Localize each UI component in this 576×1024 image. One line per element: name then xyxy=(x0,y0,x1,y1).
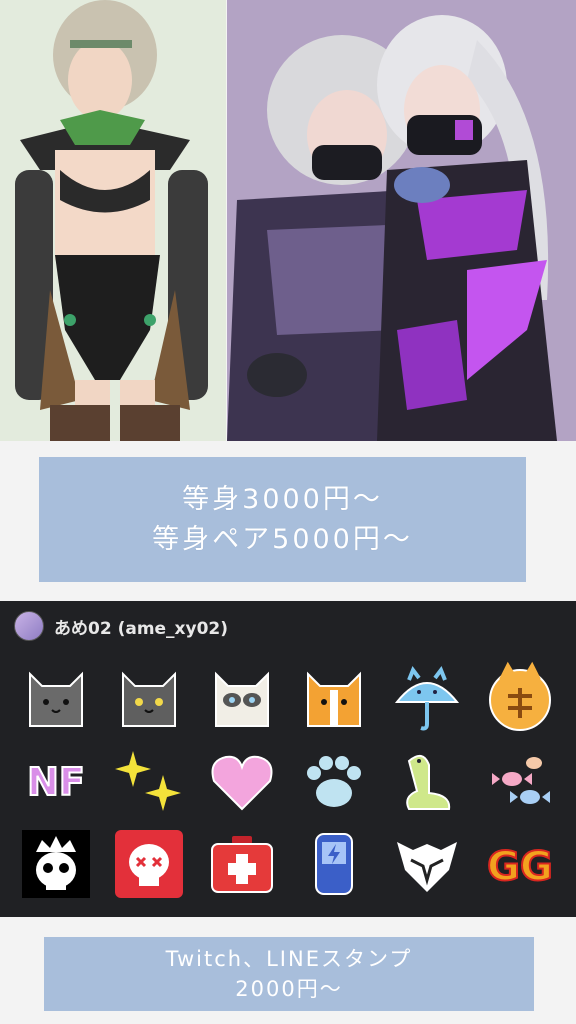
artwork-pair-characters xyxy=(227,0,576,441)
gg-text: GG xyxy=(487,844,553,890)
sparkles-emote[interactable] xyxy=(103,739,196,822)
paw-print-emote[interactable] xyxy=(288,739,381,822)
siamese-cat-emote[interactable] xyxy=(195,656,288,739)
wolf-emblem-emote[interactable] xyxy=(381,823,474,906)
stamp-price-title: Twitch、LINEスタンプ xyxy=(165,947,413,971)
price-box: 等身3000円〜 等身ペア5000円〜 xyxy=(39,457,526,582)
avatar[interactable] xyxy=(14,611,44,641)
stamp-header: あめ02 (ame_xy02) xyxy=(14,611,228,641)
stamp-price-box: Twitch、LINEスタンプ 2000円〜 xyxy=(44,937,534,1011)
shield-battery-emote[interactable] xyxy=(288,823,381,906)
channel-username[interactable]: あめ02 (ame_xy02) xyxy=(54,614,228,639)
price-full-body: 等身3000円〜 xyxy=(182,483,383,515)
artwork-single-character xyxy=(0,0,226,441)
stamp-price-value: 2000円〜 xyxy=(235,977,343,1001)
pink-heart-emote[interactable] xyxy=(195,739,288,822)
gg-text-emote[interactable]: GG xyxy=(473,823,566,906)
medkit-emote[interactable] xyxy=(195,823,288,906)
gray-cat-emote[interactable] xyxy=(10,656,103,739)
red-skull-emote[interactable] xyxy=(103,823,196,906)
cat-umbrella-emote[interactable] xyxy=(381,656,474,739)
orange-cat-emote[interactable] xyxy=(288,656,381,739)
nf-text: NF xyxy=(27,760,85,804)
crowned-skull-emote[interactable] xyxy=(10,823,103,906)
candy-emote[interactable] xyxy=(473,739,566,822)
nf-text-emote[interactable]: NF xyxy=(10,739,103,822)
orange-cat-kanji-emote[interactable] xyxy=(473,656,566,739)
gray-cat-yellow-eyes-emote[interactable] xyxy=(103,656,196,739)
green-creature-emote[interactable] xyxy=(381,739,474,822)
emote-grid: NF GG xyxy=(10,656,566,906)
price-full-body-pair: 等身ペア5000円〜 xyxy=(152,523,413,555)
stamp-panel: あめ02 (ame_xy02) NF GG xyxy=(0,601,576,917)
